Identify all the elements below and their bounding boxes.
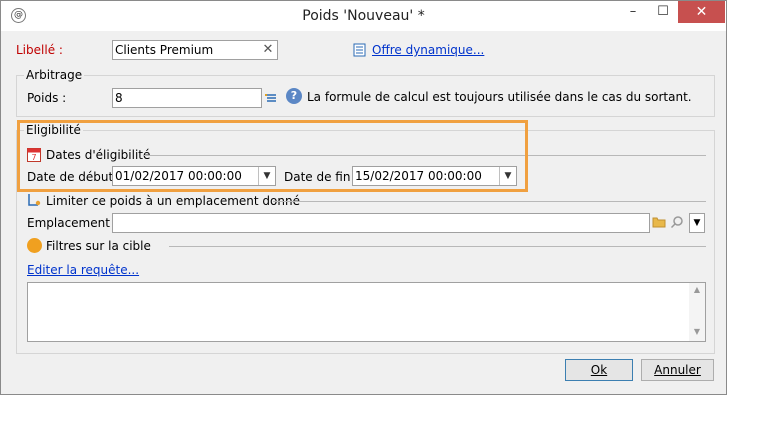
- highlight-box: [17, 120, 528, 192]
- cancel-button[interactable]: Annuler: [641, 359, 714, 381]
- offer-list-icon: [353, 43, 366, 57]
- close-button[interactable]: ✕: [678, 1, 725, 23]
- ok-label: Ok: [590, 363, 608, 377]
- minimize-button[interactable]: –: [618, 1, 648, 23]
- cancel-label: Annuler: [654, 363, 701, 377]
- query-textarea[interactable]: ▲ ▼: [27, 282, 706, 342]
- offre-dynamique-link[interactable]: Offre dynamique...: [372, 43, 484, 57]
- libelle-input[interactable]: Clients Premium: [112, 40, 278, 60]
- formula-edit-icon[interactable]: [264, 89, 278, 107]
- emplacement-label: Emplacement :: [27, 216, 118, 230]
- filter-icon: [27, 238, 42, 253]
- emplacement-dropdown-icon[interactable]: ▼: [689, 213, 705, 233]
- poids-label: Poids :: [27, 91, 67, 105]
- ok-button[interactable]: Ok: [565, 359, 633, 381]
- query-scrollbar[interactable]: ▲ ▼: [689, 283, 705, 341]
- dialog-window: @ Poids 'Nouveau' * – ☐ ✕ Libellé : Clie…: [0, 0, 727, 395]
- clear-icon[interactable]: ✕: [260, 41, 276, 59]
- help-icon: ?: [286, 88, 302, 104]
- arbitrage-legend: Arbitrage: [24, 68, 85, 82]
- scroll-down-icon[interactable]: ▼: [689, 327, 705, 336]
- libelle-value: Clients Premium: [115, 43, 214, 57]
- scroll-up-icon[interactable]: ▲: [689, 285, 705, 294]
- search-icon[interactable]: [670, 215, 684, 229]
- folder-icon[interactable]: [652, 215, 666, 229]
- poids-value: 8: [115, 91, 123, 105]
- limit-separator: [273, 201, 706, 202]
- help-text: La formule de calcul est toujours utilis…: [307, 90, 692, 104]
- libelle-label: Libellé :: [16, 43, 63, 57]
- maximize-button[interactable]: ☐: [648, 1, 678, 23]
- filters-separator: [169, 246, 706, 247]
- emplacement-input[interactable]: [112, 213, 650, 233]
- edit-query-link[interactable]: Editer la requête...: [27, 263, 139, 277]
- filters-header: Filtres sur la cible: [46, 239, 151, 253]
- title-bar: @ Poids 'Nouveau' * – ☐ ✕: [1, 1, 726, 31]
- location-icon: [27, 193, 41, 207]
- poids-input[interactable]: 8: [112, 88, 262, 108]
- limit-header: Limiter ce poids à un emplacement donné: [46, 194, 300, 208]
